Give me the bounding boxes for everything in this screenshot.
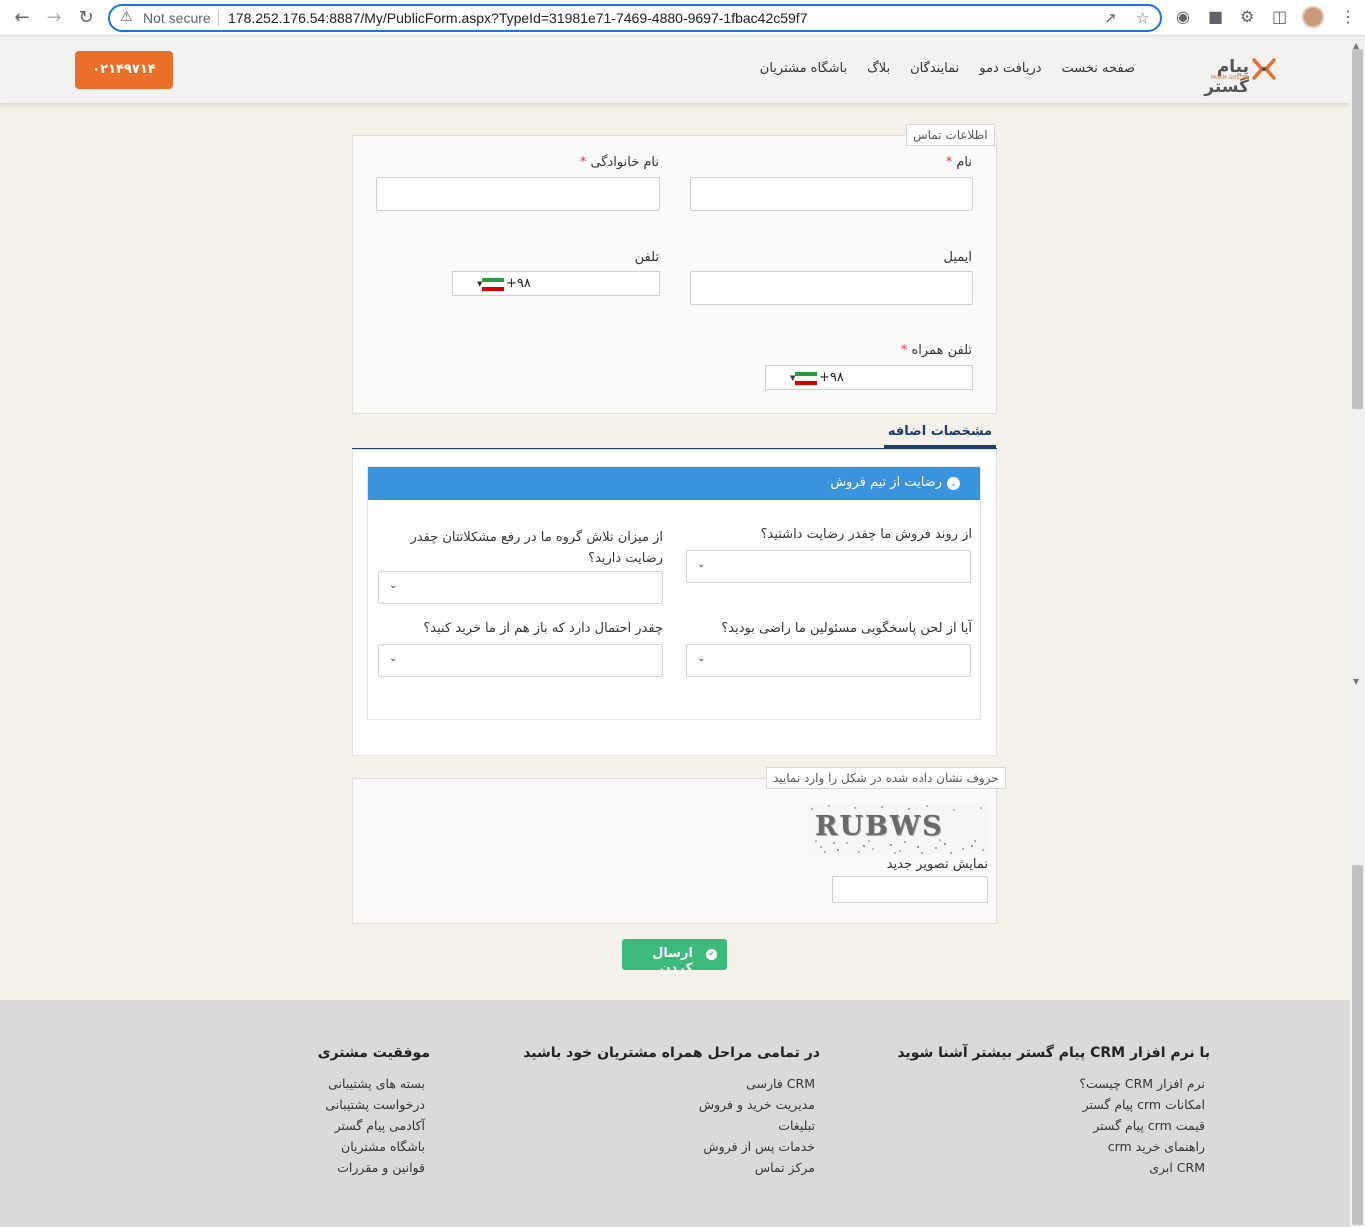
- scroll-down-icon[interactable]: ▼: [1353, 677, 1359, 686]
- site-header: ۰۲۱۴۹۷۱۴ صفحه نخست دریافت دمو نمایندگان …: [0, 37, 1350, 103]
- accordion-header[interactable]: ⌄ رضایت از تیم فروش: [368, 467, 980, 500]
- country-code: +۹۸: [506, 276, 531, 291]
- captcha-input[interactable]: [832, 876, 988, 903]
- footer-link[interactable]: قوانین و مقررات: [318, 1157, 425, 1178]
- captcha-legend: حروف نشان داده شده در شکل را وارد نمایید: [766, 767, 1006, 789]
- chevron-down-icon: ⌄: [389, 653, 398, 664]
- footer-link[interactable]: مرکز تماس: [523, 1157, 815, 1178]
- last-name-input[interactable]: [376, 177, 660, 211]
- phone-label: تلفن: [634, 250, 659, 265]
- footer-column-crm: با نرم افزار CRM پیام گستر بیشتر آشنا شو…: [897, 1045, 1210, 1178]
- question-sales-process: از روند فروش ما چقدر رضایت داشتید؟: [760, 527, 972, 542]
- question-problem-solving: از میزان تلاش گروه ما در رفع مشکلاتتان چ…: [410, 530, 663, 566]
- nav-blog[interactable]: بلاگ: [867, 61, 890, 76]
- chevron-down-icon: ⌄: [697, 559, 706, 570]
- bookmark-star-icon[interactable]: ☆: [1136, 9, 1149, 27]
- mobile-input[interactable]: ▼ +۹۸: [765, 365, 973, 390]
- forward-icon[interactable]: →: [42, 6, 66, 30]
- security-label[interactable]: Not secure: [143, 10, 211, 26]
- footer-link[interactable]: مدیریت خرید و فروش: [523, 1094, 815, 1115]
- footer-heading: موفقیت مشتری: [317, 1045, 430, 1061]
- footer-link[interactable]: CRM ابری: [897, 1157, 1205, 1178]
- submit-label: ارسال کردن: [652, 946, 693, 976]
- nav-home[interactable]: صفحه نخست: [1062, 61, 1135, 76]
- last-name-label-text: نام خانوادگی: [590, 155, 659, 170]
- footer-link[interactable]: نرم افزار CRM چیست؟: [897, 1073, 1205, 1094]
- warning-icon[interactable]: ⚠: [120, 9, 133, 25]
- side-panel-icon[interactable]: ◫: [1272, 7, 1287, 26]
- email-label: ایمیل: [943, 250, 972, 265]
- footer-link[interactable]: آکادمی پیام گستر: [318, 1115, 425, 1136]
- puzzle-icon[interactable]: ⚙: [1240, 7, 1254, 26]
- iran-flag-icon[interactable]: [482, 278, 504, 291]
- footer-link[interactable]: باشگاه مشتریان: [318, 1136, 425, 1157]
- footer-heading: در تمامی مراحل همراه مشتریان خود باشید: [523, 1045, 820, 1061]
- chevron-down-icon[interactable]: ⌄: [947, 477, 960, 490]
- footer-link[interactable]: امکانات crm پیام گستر: [897, 1094, 1205, 1115]
- footer-link[interactable]: درخواست پشتیبانی: [318, 1094, 425, 1115]
- email-input[interactable]: [690, 271, 973, 305]
- submit-button[interactable]: ✔ ارسال کردن: [622, 939, 727, 976]
- extension-square-icon[interactable]: ■: [1208, 7, 1223, 26]
- scroll-thumb[interactable]: [1352, 49, 1363, 409]
- address-bar[interactable]: ⚠ Not secure 178.252.176.54:8887/My/Publ…: [108, 4, 1162, 32]
- question-repurchase: چقدر احتمال دارد که باز هم از ما خرید کن…: [423, 621, 663, 636]
- phone-button[interactable]: ۰۲۱۴۹۷۱۴: [75, 51, 173, 89]
- profile-avatar[interactable]: [1302, 6, 1324, 28]
- divider: [218, 10, 219, 26]
- first-name-label: نام *: [946, 155, 972, 170]
- submit-icon: ✔: [706, 949, 717, 960]
- phone-input[interactable]: ▼ +۹۸: [452, 271, 660, 296]
- footer-link[interactable]: خدمات پس از فروش: [523, 1136, 815, 1157]
- main-nav: صفحه نخست دریافت دمو نمایندگان بلاگ باشگ…: [760, 61, 1135, 76]
- required-mark: *: [900, 343, 908, 358]
- back-icon[interactable]: ←: [10, 6, 34, 30]
- problem-solving-select[interactable]: ⌄: [378, 571, 663, 604]
- camera-icon[interactable]: ◉: [1176, 7, 1190, 26]
- last-name-label: نام خانوادگی *: [580, 155, 659, 170]
- footer-link[interactable]: قیمت crm پیام گستر: [897, 1115, 1205, 1136]
- first-name-label-text: نام: [956, 155, 972, 170]
- captcha-refresh-link[interactable]: نمایش تصویر جدید: [887, 857, 988, 872]
- logo-subtext: PAYAM GOSTAR: [1210, 75, 1249, 81]
- share-icon[interactable]: ↗: [1104, 9, 1117, 27]
- country-code: +۹۸: [819, 370, 844, 385]
- menu-kebab-icon[interactable]: ⋮: [1340, 7, 1356, 26]
- iran-flag-icon[interactable]: [795, 372, 817, 385]
- mobile-label: تلفن همراه *: [901, 343, 972, 358]
- footer-link[interactable]: بسته های پشتیبانی: [318, 1073, 425, 1094]
- chevron-down-icon: ⌄: [697, 653, 706, 664]
- logo-mark-icon: [1252, 58, 1276, 80]
- nav-customer-club[interactable]: باشگاه مشتریان: [760, 61, 847, 76]
- mobile-label-text: تلفن همراه: [911, 343, 973, 358]
- footer-link[interactable]: CRM فارسی: [523, 1073, 815, 1094]
- repurchase-select[interactable]: ⌄: [378, 644, 663, 677]
- footer-link[interactable]: تبلیغات: [523, 1115, 815, 1136]
- reload-icon[interactable]: ↻: [74, 6, 98, 30]
- scroll-thumb-lower[interactable]: [1352, 865, 1363, 1225]
- nav-agents[interactable]: نمایندگان: [910, 61, 959, 76]
- question-response-tone: آیا از لحن پاسخگویی مسئولین ما راضی بودی…: [721, 621, 972, 636]
- captcha-image: RUBWS: [807, 803, 988, 855]
- tab-extra-details[interactable]: مشخصات اضافه: [884, 420, 996, 448]
- contact-legend: اطلاعات تماس: [906, 124, 995, 146]
- accordion-title: رضایت از تیم فروش: [830, 475, 942, 490]
- required-mark: *: [945, 155, 953, 170]
- logo[interactable]: پیام گستر PAYAM GOSTAR: [1172, 57, 1276, 97]
- nav-demo[interactable]: دریافت دمو: [979, 61, 1041, 76]
- required-mark: *: [579, 155, 587, 170]
- chevron-down-icon: ⌄: [389, 580, 398, 591]
- sales-process-select[interactable]: ⌄: [686, 550, 971, 583]
- first-name-input[interactable]: [690, 177, 973, 211]
- footer-heading: با نرم افزار CRM پیام گستر بیشتر آشنا شو…: [897, 1045, 1210, 1061]
- footer-link[interactable]: راهنمای خرید crm: [897, 1136, 1205, 1157]
- footer-column-success: موفقیت مشتری بسته های پشتیبانی درخواست پ…: [318, 1045, 430, 1178]
- captcha-text: RUBWS: [815, 811, 944, 842]
- footer-column-customers: در تمامی مراحل همراه مشتریان خود باشید C…: [523, 1045, 820, 1178]
- page-scrollbar[interactable]: ▲ ▼: [1350, 37, 1365, 1227]
- url-text[interactable]: 178.252.176.54:8887/My/PublicForm.aspx?T…: [228, 10, 807, 26]
- response-tone-select[interactable]: ⌄: [686, 644, 971, 677]
- browser-toolbar: ← → ↻ ⚠ Not secure 178.252.176.54:8887/M…: [0, 0, 1365, 36]
